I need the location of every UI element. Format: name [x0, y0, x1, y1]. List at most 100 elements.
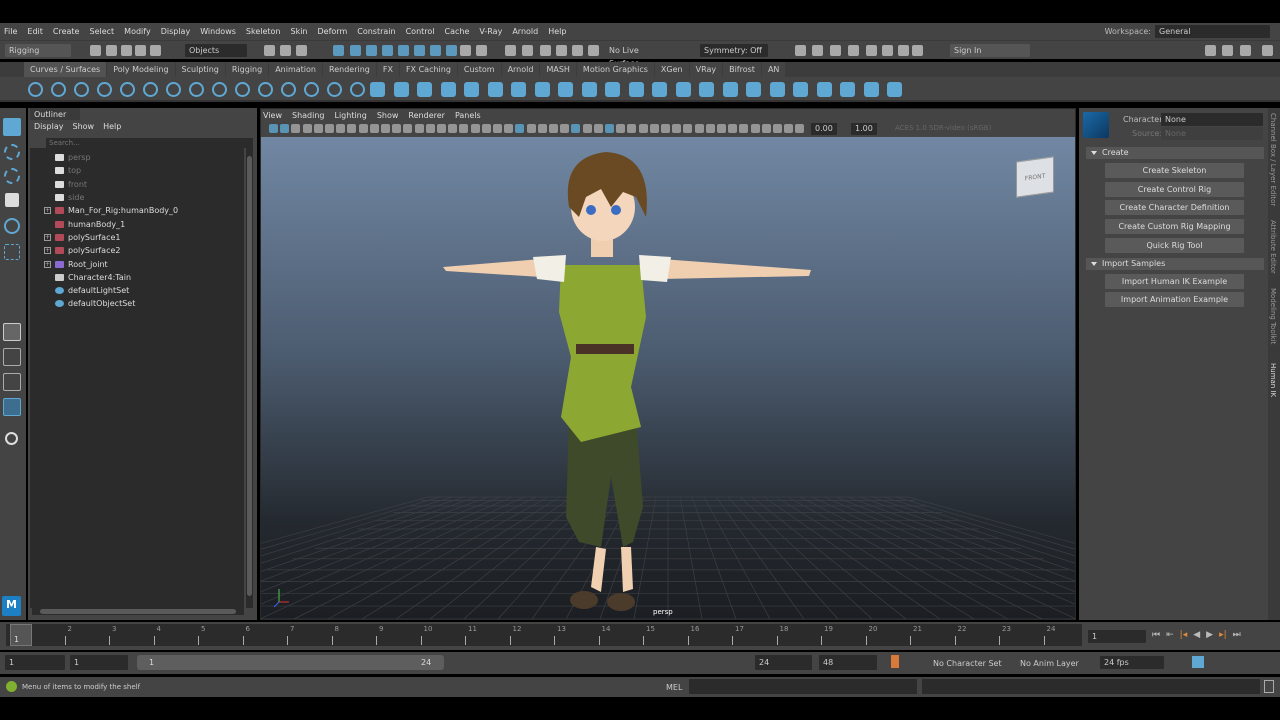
- shelf-tab[interactable]: Custom: [457, 62, 501, 77]
- outliner-item[interactable]: + polySurface1: [44, 231, 244, 244]
- side-tab[interactable]: Attribute Editor: [1269, 220, 1277, 274]
- viewport-tool-icon[interactable]: [280, 124, 290, 133]
- select-component-icon[interactable]: [296, 45, 307, 56]
- viewport-tool-icon[interactable]: [448, 124, 458, 133]
- menu-windows[interactable]: Windows: [200, 27, 236, 36]
- viewport-tool-icon[interactable]: [403, 124, 413, 133]
- auto-key-icon[interactable]: [891, 655, 899, 668]
- two-view-layout-icon[interactable]: [3, 373, 21, 391]
- shelf-tool-icon[interactable]: [887, 82, 902, 97]
- light-editor-icon[interactable]: [588, 45, 599, 56]
- menu-skin[interactable]: Skin: [291, 27, 308, 36]
- viewport-tool-icon[interactable]: [325, 124, 334, 133]
- outliner-layout-icon[interactable]: [3, 398, 21, 416]
- create-skeleton-button[interactable]: Create Skeleton: [1105, 163, 1244, 178]
- outliner-item[interactable]: +humanBody_1: [44, 217, 244, 230]
- shelf-tool-icon[interactable]: [558, 82, 573, 97]
- create-character-definition-button[interactable]: Create Character Definition: [1105, 200, 1244, 216]
- snap-point-icon[interactable]: [366, 45, 377, 56]
- viewport-tool-icon[interactable]: [649, 124, 659, 133]
- viewport-tool-icon[interactable]: [694, 124, 704, 133]
- import-animation-example-button[interactable]: Import Animation Example: [1105, 292, 1244, 308]
- ipr-icon[interactable]: [522, 45, 533, 56]
- outliner-scrollbar[interactable]: [246, 148, 253, 608]
- viewport-tool-icon[interactable]: [605, 124, 614, 133]
- create-control-rig-button[interactable]: Create Control Rig: [1105, 181, 1244, 197]
- viewport-tool-icon[interactable]: [269, 124, 278, 133]
- anim-prefs-icon[interactable]: [1192, 656, 1204, 668]
- shelf-tool-icon[interactable]: [97, 82, 112, 97]
- menu-deform[interactable]: Deform: [318, 27, 348, 36]
- viewport-menu-view[interactable]: View: [263, 111, 282, 120]
- shelf-tool-icon[interactable]: [487, 82, 503, 97]
- modeling-toolkit-icon[interactable]: [1205, 45, 1216, 56]
- shelf-tool-icon[interactable]: [863, 82, 879, 97]
- color-space-dropdown[interactable]: ACES 1.0 SDR-video (sRGB): [895, 124, 991, 132]
- select-tool-icon[interactable]: [3, 118, 21, 136]
- viewport-tool-icon[interactable]: [302, 124, 312, 133]
- viewport-menu-panels[interactable]: Panels: [455, 111, 481, 120]
- outliner-item[interactable]: +side: [44, 191, 244, 204]
- go-to-end-icon[interactable]: ⏭: [1233, 630, 1241, 640]
- shelf-tab[interactable]: AN: [761, 62, 786, 77]
- shelf-tool-icon[interactable]: [793, 82, 808, 97]
- lock-icon[interactable]: [460, 45, 471, 56]
- current-frame-field[interactable]: 1: [1088, 630, 1146, 643]
- quick-rig-tool-button[interactable]: Quick Rig Tool: [1105, 237, 1244, 253]
- shelf-tool-icon[interactable]: [511, 82, 526, 97]
- step-forward-frame-icon[interactable]: ▸|: [1219, 630, 1227, 640]
- shelf-tab[interactable]: Bifrost: [723, 62, 761, 77]
- render-settings-icon[interactable]: [540, 45, 551, 56]
- outliner-item[interactable]: +front: [44, 178, 244, 191]
- shelf-tool-icon[interactable]: [304, 82, 319, 97]
- render-current-icon[interactable]: [812, 45, 823, 56]
- viewport-tool-icon[interactable]: [761, 124, 771, 133]
- viewport-tool-icon[interactable]: [313, 124, 323, 133]
- viewport-menu-shading[interactable]: Shading: [292, 111, 325, 120]
- viewport-tool-icon[interactable]: [369, 124, 379, 133]
- shelf-tool-icon[interactable]: [74, 82, 89, 97]
- construction-history-icon[interactable]: [476, 45, 487, 56]
- go-to-start-icon[interactable]: ⏮: [1152, 630, 1160, 640]
- menu-cache[interactable]: Cache: [445, 27, 470, 36]
- menu-edit[interactable]: Edit: [27, 27, 43, 36]
- humanik-icon[interactable]: [1222, 45, 1233, 56]
- step-back-key-icon[interactable]: ⇤: [1166, 630, 1174, 640]
- attribute-editor-icon[interactable]: [1240, 45, 1251, 56]
- select-object-icon[interactable]: [280, 45, 291, 56]
- shelf-tool-icon[interactable]: [189, 82, 204, 97]
- shelf-tool-icon[interactable]: [370, 82, 385, 97]
- shelf-tool-icon[interactable]: [327, 82, 342, 97]
- viewport-tool-icon[interactable]: [437, 124, 446, 133]
- section-header-import-samples[interactable]: Import Samples: [1086, 257, 1264, 270]
- viewport-tool-icon[interactable]: [291, 124, 301, 133]
- shelf-tool-icon[interactable]: [628, 82, 644, 97]
- menu-select[interactable]: Select: [89, 27, 114, 36]
- shelf-tool-icon[interactable]: [440, 82, 456, 97]
- outliner-tab[interactable]: Outliner: [30, 108, 80, 120]
- shelf-tab[interactable]: Poly Modeling: [107, 62, 175, 77]
- character-set-dropdown[interactable]: No Character Set: [933, 659, 1002, 668]
- viewport-tool-icon[interactable]: [627, 124, 637, 133]
- viewport-tool-icon[interactable]: [728, 124, 738, 133]
- animation-start-field[interactable]: 1: [5, 655, 65, 670]
- outliner-item[interactable]: +defaultLightSet: [44, 284, 244, 297]
- viewport-tool-icon[interactable]: [616, 124, 626, 133]
- shelf-tool-icon[interactable]: [746, 82, 761, 97]
- shelf-tool-icon[interactable]: [816, 82, 832, 97]
- script-language-button[interactable]: MEL: [666, 683, 682, 692]
- fps-dropdown[interactable]: 24 fps: [1100, 656, 1164, 669]
- command-line-input[interactable]: [689, 679, 917, 694]
- viewport-menu-renderer[interactable]: Renderer: [408, 111, 445, 120]
- viewport-tool-icon[interactable]: [414, 124, 424, 133]
- new-scene-icon[interactable]: [90, 45, 101, 56]
- snap-bar-icon[interactable]: [430, 45, 441, 56]
- menu-control[interactable]: Control: [406, 27, 435, 36]
- shelf-tool-icon[interactable]: [675, 82, 691, 97]
- snap-grid-icon[interactable]: [333, 45, 344, 56]
- shelf-tool-icon[interactable]: [769, 82, 785, 97]
- viewport-tool-icon[interactable]: [526, 124, 536, 133]
- outliner-item[interactable]: +persp: [44, 151, 244, 164]
- menu-display[interactable]: Display: [161, 27, 191, 36]
- shelf-tab[interactable]: MASH: [540, 62, 576, 77]
